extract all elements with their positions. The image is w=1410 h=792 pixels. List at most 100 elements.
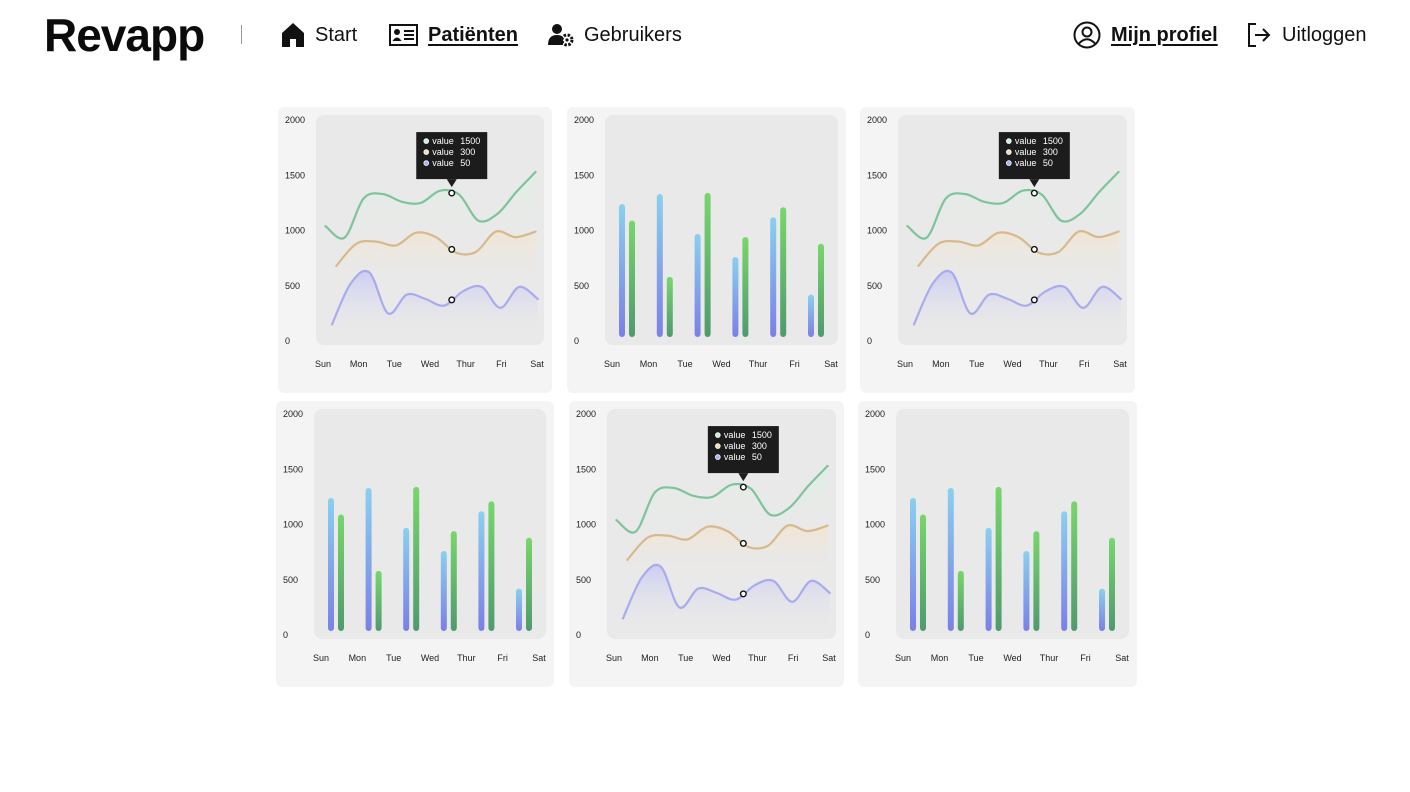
x-tick-label: Tue xyxy=(969,359,984,369)
hover-point xyxy=(1030,245,1038,253)
nav-users-link[interactable]: Gebruikers xyxy=(548,20,682,50)
nav-patients-label: Patiënten xyxy=(428,23,519,46)
bar-green xyxy=(338,514,344,631)
nav-start-link[interactable]: Start xyxy=(281,20,357,50)
chart-svg: 0 500 1000 1500 2000 Sun Mon Tue Wed Thur Fri Sat va… xyxy=(285,115,544,369)
bar-green xyxy=(957,570,964,631)
app-logo[interactable]: Revapp xyxy=(44,8,205,62)
nav-start-label: Start xyxy=(315,23,358,46)
bar-blue xyxy=(985,527,992,631)
y-tick-label: 500 xyxy=(865,575,880,585)
x-tick-label: Thur xyxy=(1040,653,1059,663)
bar-blue xyxy=(656,194,663,337)
bar-green xyxy=(995,486,1002,631)
y-tick-label: 1500 xyxy=(576,464,596,474)
tooltip-label: value xyxy=(432,147,454,157)
x-tick-label: Tue xyxy=(968,653,983,663)
y-tick-label: 1000 xyxy=(574,226,594,236)
bar-blue xyxy=(478,511,485,631)
top-navigation: Revapp Start Patiënten Gebruikers Mijn p… xyxy=(0,0,1410,70)
bar-blue xyxy=(770,217,777,337)
x-tick-label: Fri xyxy=(788,653,799,663)
chart-card[interactable]: 0 500 1000 1500 2000 Sun Mon Tue Wed Thur Fri Sat xyxy=(858,401,1137,687)
plot-area xyxy=(314,409,546,639)
bar-blue xyxy=(1099,588,1105,631)
nav-logout-link[interactable]: Uitloggen xyxy=(1246,20,1367,50)
x-tick-label: Sun xyxy=(606,653,622,663)
y-tick-label: 0 xyxy=(576,630,581,640)
x-tick-label: Tue xyxy=(678,653,693,663)
nav-divider xyxy=(241,25,242,44)
y-tick-label: 1000 xyxy=(283,520,303,530)
tooltip-legend-dot xyxy=(1006,149,1012,155)
x-tick-label: Sun xyxy=(895,653,911,663)
x-tick-label: Mon xyxy=(931,653,949,663)
x-tick-label: Sun xyxy=(313,653,329,663)
x-tick-label: Sun xyxy=(315,359,331,369)
chart-card[interactable]: 0 500 1000 1500 2000 Sun Mon Tue Wed Thur Fri Sat va… xyxy=(860,107,1135,393)
bar-blue xyxy=(808,294,814,337)
nav-patients-link[interactable]: Patiënten xyxy=(389,20,518,50)
bar-green xyxy=(413,486,420,631)
bar-blue xyxy=(732,257,739,337)
x-tick-label: Thur xyxy=(748,653,767,663)
chart-card[interactable]: 0 500 1000 1500 2000 Sun Mon Tue Wed Thur Fri Sat va… xyxy=(569,401,844,687)
hover-point xyxy=(448,245,456,253)
hover-point xyxy=(448,189,456,197)
chart-card[interactable]: 0 500 1000 1500 2000 Sun Mon Tue Wed Thur Fri Sat xyxy=(567,107,846,393)
y-tick-label: 1000 xyxy=(576,520,596,530)
y-tick-label: 0 xyxy=(867,336,872,346)
user-settings-icon xyxy=(548,23,574,47)
y-tick-label: 1500 xyxy=(285,170,305,180)
y-tick-label: 1000 xyxy=(285,226,305,236)
x-tick-label: Mon xyxy=(349,653,367,663)
x-tick-label: Wed xyxy=(421,653,439,663)
x-tick-label: Mon xyxy=(350,359,368,369)
plot-area xyxy=(896,409,1129,639)
x-tick-label: Wed xyxy=(712,359,730,369)
nav-profile-label: Mijn profiel xyxy=(1111,23,1218,46)
bar-green xyxy=(920,514,926,631)
x-tick-label: Wed xyxy=(712,653,730,663)
y-tick-label: 0 xyxy=(283,630,288,640)
bar-blue xyxy=(516,588,522,631)
tooltip-legend-dot xyxy=(715,432,721,438)
y-tick-label: 2000 xyxy=(865,409,885,419)
x-tick-label: Sat xyxy=(1113,359,1127,369)
bar-blue xyxy=(440,551,447,631)
hover-point xyxy=(739,483,747,491)
y-tick-label: 0 xyxy=(865,630,870,640)
chart-card[interactable]: 0 500 1000 1500 2000 Sun Mon Tue Wed Thur Fri Sat xyxy=(276,401,554,687)
tooltip-legend-dot xyxy=(715,443,721,449)
tooltip-label: value xyxy=(1015,136,1037,146)
tooltip-value: 300 xyxy=(460,147,475,157)
tooltip-label: value xyxy=(1015,147,1037,157)
x-tick-label: Thur xyxy=(457,653,476,663)
tooltip-legend-dot xyxy=(1006,138,1012,144)
bar-blue xyxy=(1023,551,1030,631)
chart-card[interactable]: 0 500 1000 1500 2000 Sun Mon Tue Wed Thur Fri Sat va… xyxy=(278,107,552,393)
bar-green xyxy=(629,220,635,337)
bar-blue xyxy=(403,527,410,631)
bar-blue xyxy=(694,233,701,337)
x-tick-label: Fri xyxy=(497,653,508,663)
tooltip-legend-dot xyxy=(1006,160,1012,166)
tooltip-label: value xyxy=(432,158,454,168)
tooltip-label: value xyxy=(724,441,746,451)
y-tick-label: 1500 xyxy=(574,170,594,180)
bar-green xyxy=(450,531,457,631)
hover-point xyxy=(448,296,456,304)
x-tick-label: Thur xyxy=(749,359,768,369)
x-tick-label: Sun xyxy=(897,359,913,369)
tooltip-label: value xyxy=(724,452,746,462)
home-icon xyxy=(281,22,305,48)
nav-profile-link[interactable]: Mijn profiel xyxy=(1073,20,1218,50)
bar-blue xyxy=(619,203,625,337)
x-tick-label: Mon xyxy=(641,653,659,663)
tooltip-legend-dot xyxy=(423,138,430,144)
id-card-icon xyxy=(389,24,418,46)
bar-green xyxy=(1109,537,1115,631)
x-tick-label: Sat xyxy=(822,653,836,663)
y-tick-label: 1500 xyxy=(865,464,885,474)
x-tick-label: Tue xyxy=(386,653,401,663)
